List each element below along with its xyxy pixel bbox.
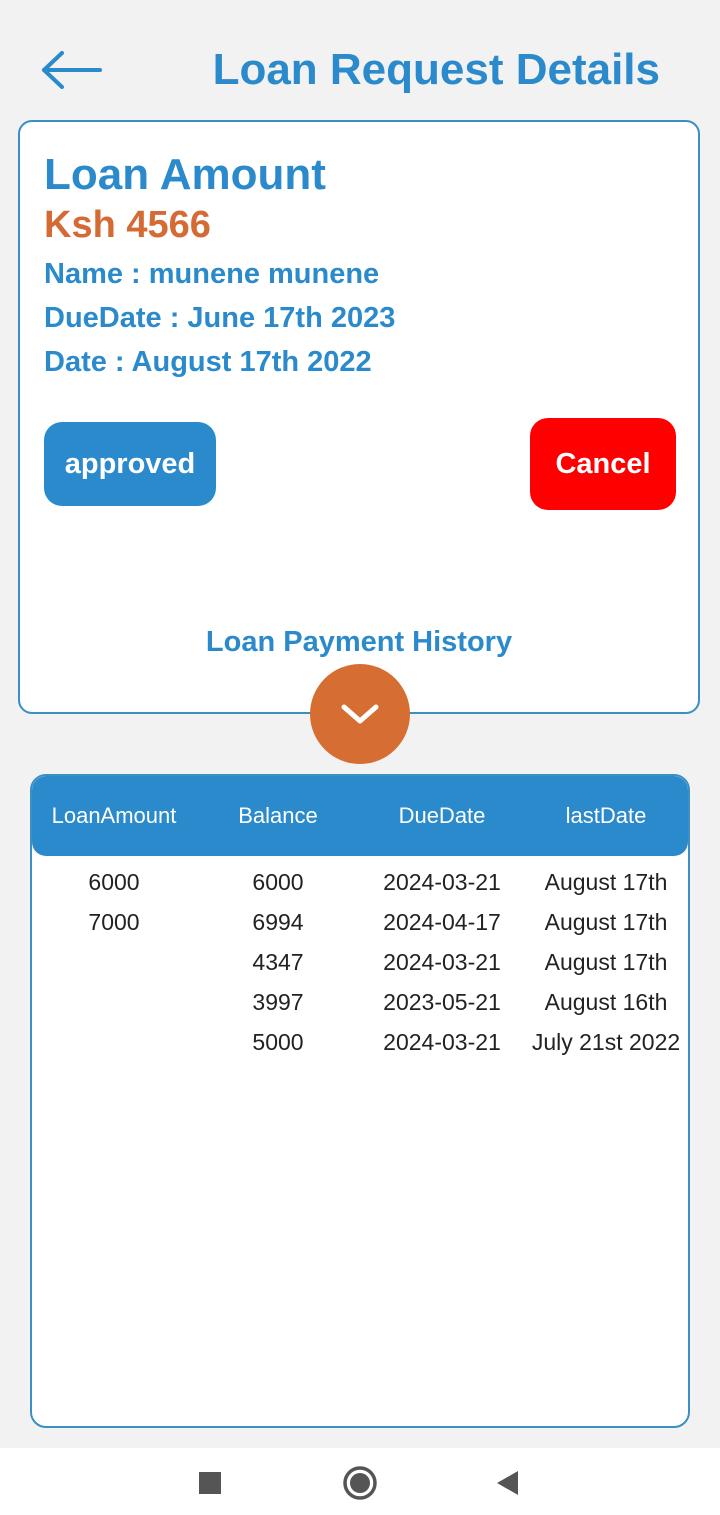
back-nav-button[interactable] xyxy=(482,1458,532,1508)
payment-history-title: Loan Payment History xyxy=(205,626,513,658)
triangle-back-icon xyxy=(497,1471,518,1495)
cell-duedate: 2024-03-21 xyxy=(383,869,501,895)
due-date: DueDate : June 17th 2023 xyxy=(44,302,396,334)
cell-duedate: 2024-03-21 xyxy=(383,1029,501,1055)
loan-amount-heading: Loan Amount xyxy=(44,150,326,199)
loan-amount-value: Ksh 4566 xyxy=(44,204,211,246)
arrow-left-icon xyxy=(42,51,102,89)
table-row: 6000 6000 2024-03-21 August 17th xyxy=(32,862,688,902)
page-title: Loan Request Details xyxy=(212,45,660,94)
table-row: 3997 2023-05-21 August 16th xyxy=(32,982,688,1022)
cell-balance: 4347 xyxy=(252,949,304,975)
cell-lastdate: July 21st 2022 xyxy=(531,1029,681,1055)
cancel-button[interactable]: Cancel xyxy=(530,418,676,510)
column-header-lastdate: lastDate xyxy=(565,803,647,828)
column-header-loanamount: LoanAmount xyxy=(51,803,177,828)
cell-duedate: 2023-05-21 xyxy=(383,989,501,1015)
cell-lastdate: August 17th xyxy=(544,949,668,975)
table-row: 7000 6994 2024-04-17 August 17th xyxy=(32,902,688,942)
system-navigation-bar xyxy=(0,1448,720,1515)
column-header-balance: Balance xyxy=(238,803,318,828)
home-button[interactable] xyxy=(335,1458,385,1508)
cell-balance: 6994 xyxy=(252,909,304,935)
circle-icon xyxy=(343,1466,377,1500)
cell-duedate: 2024-04-17 xyxy=(383,909,501,935)
back-button[interactable] xyxy=(36,40,108,100)
status-approved-button[interactable]: approved xyxy=(44,422,216,506)
payment-history-table: LoanAmount Balance DueDate lastDate 6000… xyxy=(30,774,690,1428)
table-header: LoanAmount Balance DueDate lastDate xyxy=(32,776,688,856)
loan-detail-card: Loan Amount Ksh 4566 Name : munene munen… xyxy=(18,120,700,714)
chevron-down-icon xyxy=(341,704,379,724)
cell-lastdate: August 17th xyxy=(544,909,668,935)
cell-balance: 3997 xyxy=(252,989,304,1015)
table-row: 4347 2024-03-21 August 17th xyxy=(32,942,688,982)
cell-loanamount: 6000 xyxy=(88,869,140,895)
cell-loanamount: 7000 xyxy=(88,909,140,935)
recents-button[interactable] xyxy=(185,1458,235,1508)
cell-balance: 6000 xyxy=(252,869,304,895)
table-row: 5000 2024-03-21 July 21st 2022 xyxy=(32,1022,688,1062)
square-icon xyxy=(199,1472,221,1494)
expand-history-button[interactable] xyxy=(310,664,410,764)
column-header-duedate: DueDate xyxy=(398,803,486,828)
cell-balance: 5000 xyxy=(252,1029,304,1055)
cell-lastdate: August 16th xyxy=(544,989,668,1015)
request-date: Date : August 17th 2022 xyxy=(44,346,372,378)
cell-lastdate: August 17th xyxy=(544,869,668,895)
cell-duedate: 2024-03-21 xyxy=(383,949,501,975)
borrower-name: Name : munene munene xyxy=(44,258,380,290)
